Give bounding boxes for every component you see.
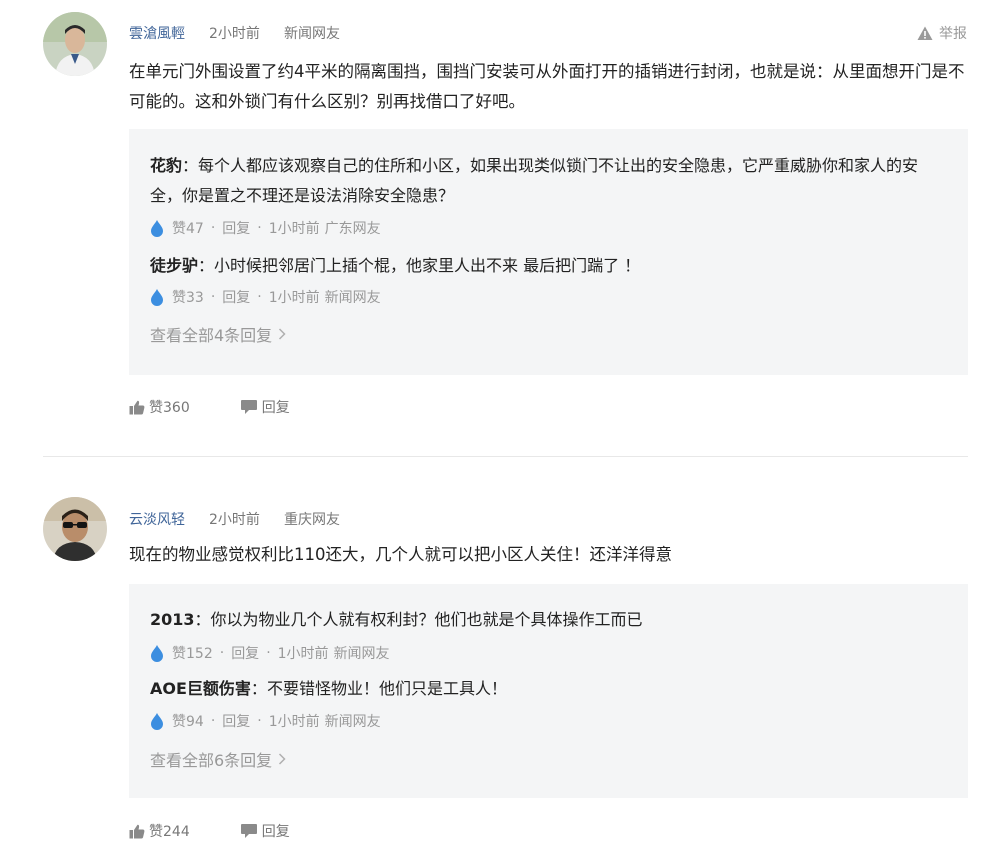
reply-time: 1小时前: [277, 646, 329, 662]
warning-icon: [917, 26, 933, 40]
speech-bubble-icon: [240, 400, 257, 414]
reply-text: 每个人都应该观察自己的住所和小区，如果出现类似锁门不让出的安全隐患，它严重威胁你…: [150, 156, 919, 205]
reply-label: 回复: [261, 824, 290, 840]
reply-username[interactable]: 徒步驴: [150, 256, 198, 275]
comment-divider: [43, 456, 968, 457]
reply-text: 小时候把邻居门上插个棍，他家里人出不来 最后把门踹了 ！: [214, 256, 641, 275]
thumbs-up-icon: [129, 400, 145, 414]
reply-text: 你以为物业几个人就有权利封？他们也就是个具体操作工而已: [210, 610, 643, 629]
view-all-label: 查看全部6条回复: [150, 751, 273, 770]
dot-separator: ·: [210, 220, 216, 236]
water-drop-icon[interactable]: [150, 288, 164, 306]
reply-separator: ：: [250, 679, 267, 698]
dot-separator: ·: [257, 713, 262, 729]
speech-bubble-icon: [240, 824, 257, 838]
reply-like-count[interactable]: 赞152: [172, 643, 213, 663]
comment-location: 重庆网友: [284, 512, 340, 528]
reply-item: 徒步驴：小时候把邻居门上插个棍，他家里人出不来 最后把门踹了 ！: [150, 251, 950, 281]
dot-separator: ·: [219, 645, 225, 661]
water-drop-icon[interactable]: [150, 644, 164, 662]
reply-like-count[interactable]: 赞47: [172, 218, 204, 238]
reply-location: 广东网友: [324, 221, 381, 237]
reply-username[interactable]: AOE巨额伤害: [150, 679, 251, 698]
water-drop-icon[interactable]: [150, 219, 164, 237]
dot-separator: ·: [257, 289, 262, 305]
reply-like-count[interactable]: 赞33: [172, 287, 204, 307]
reply-location: 新闻网友: [324, 714, 381, 730]
thumbs-up-icon: [129, 824, 145, 838]
reply-item: AOE巨额伤害：不要错怪物业！他们只是工具人！: [150, 674, 950, 704]
chevron-right-icon: [279, 328, 286, 340]
reply-button[interactable]: 回复: [240, 397, 290, 417]
comment-text: 在单元门外围设置了约4平米的隔离围挡，围挡门安装可从外面打开的插销进行封闭，也就…: [129, 62, 965, 111]
reply-time: 1小时前: [268, 714, 320, 730]
reply-item: 花豹：每个人都应该观察自己的住所和小区，如果出现类似锁门不让出的安全隐患，它严重…: [150, 151, 950, 211]
reply-like-count[interactable]: 赞94: [172, 711, 204, 731]
comment-actions: 赞360 回复: [129, 397, 290, 417]
comment-text: 现在的物业感觉权利比110还大，几个人就可以把小区人关住！还洋洋得意: [129, 545, 672, 564]
comment-actions: 赞244 回复: [129, 821, 290, 841]
water-drop-icon[interactable]: [150, 712, 164, 730]
reply-reply-button[interactable]: 回复: [222, 711, 250, 731]
avatar-image: [43, 12, 107, 76]
report-label: 举报: [939, 26, 967, 42]
like-button[interactable]: 赞360: [129, 397, 190, 417]
reply-separator: ：: [198, 256, 215, 275]
dot-separator: ·: [210, 289, 216, 305]
report-button[interactable]: 举报: [917, 23, 967, 43]
reply-separator: ：: [182, 156, 199, 175]
like-count: 赞244: [149, 824, 190, 840]
avatar[interactable]: [43, 12, 107, 76]
username-link[interactable]: 云淡风轻: [129, 509, 185, 529]
reply-meta: 赞94 · 回复 · 1小时前 新闻网友: [150, 711, 381, 731]
dot-separator: ·: [266, 645, 271, 661]
reply-text: 不要错怪物业！他们只是工具人！: [266, 679, 507, 698]
reply-location: 新闻网友: [324, 290, 381, 306]
reply-reply-button[interactable]: 回复: [222, 218, 250, 238]
reply-meta: 赞47 · 回复 · 1小时前 广东网友: [150, 218, 381, 238]
reply-reply-button[interactable]: 回复: [231, 643, 259, 663]
comment-time: 2小时前: [209, 26, 260, 42]
reply-time: 1小时前: [268, 221, 320, 237]
reply-box: 花豹：每个人都应该观察自己的住所和小区，如果出现类似锁门不让出的安全隐患，它严重…: [129, 129, 968, 375]
comment-time: 2小时前: [209, 512, 260, 528]
comment-location: 新闻网友: [284, 26, 340, 42]
reply-username[interactable]: 2013: [150, 610, 195, 629]
view-all-label: 查看全部4条回复: [150, 326, 273, 345]
like-button[interactable]: 赞244: [129, 821, 190, 841]
chevron-right-icon: [279, 753, 286, 765]
dot-separator: ·: [257, 220, 262, 236]
reply-box: 2013：你以为物业几个人就有权利封？他们也就是个具体操作工而已 赞152 · …: [129, 584, 968, 798]
dot-separator: ·: [210, 713, 216, 729]
view-all-replies-link[interactable]: 查看全部4条回复: [150, 322, 286, 346]
like-count: 赞360: [149, 400, 190, 416]
reply-item: 2013：你以为物业几个人就有权利封？他们也就是个具体操作工而已: [150, 605, 950, 635]
reply-reply-button[interactable]: 回复: [222, 287, 250, 307]
reply-separator: ：: [194, 610, 211, 629]
reply-time: 1小时前: [268, 290, 320, 306]
reply-location: 新闻网友: [333, 646, 390, 662]
reply-label: 回复: [261, 400, 290, 416]
reply-button[interactable]: 回复: [240, 821, 290, 841]
avatar[interactable]: [43, 497, 107, 561]
reply-meta: 赞152 · 回复 · 1小时前 新闻网友: [150, 643, 390, 663]
view-all-replies-link[interactable]: 查看全部6条回复: [150, 747, 286, 771]
avatar-image: [43, 497, 107, 561]
reply-meta: 赞33 · 回复 · 1小时前 新闻网友: [150, 287, 381, 307]
reply-username[interactable]: 花豹: [150, 156, 182, 175]
username-link[interactable]: 雲滄風輕: [129, 23, 185, 43]
